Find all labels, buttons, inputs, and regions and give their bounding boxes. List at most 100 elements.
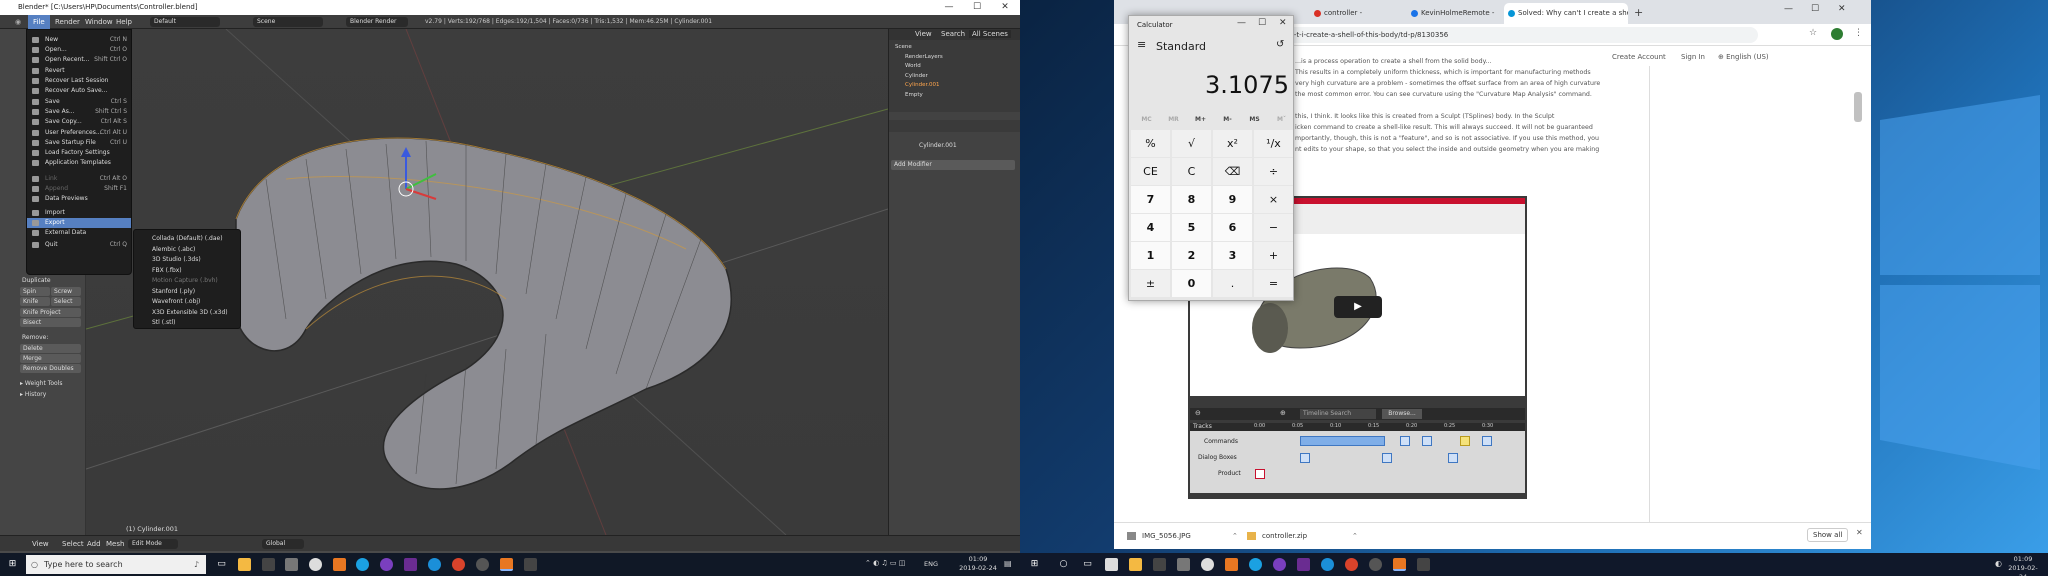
- zoom-out-icon[interactable]: ⊖: [1195, 409, 1201, 417]
- weight-tools-panel[interactable]: ▸ Weight Tools: [20, 380, 63, 387]
- export-menu-item[interactable]: Wavefront (.obj): [134, 297, 240, 308]
- file-menu-item[interactable]: Open... Ctrl O: [27, 45, 131, 55]
- file-menu-item[interactable]: Save Startup File Ctrl U: [27, 138, 131, 148]
- file-menu-item[interactable]: Save Copy... Ctrl Alt S: [27, 117, 131, 127]
- app-icon-7[interactable]: [1249, 558, 1262, 571]
- app-icon-1[interactable]: [356, 558, 369, 571]
- memory-button[interactable]: M+: [1187, 116, 1214, 123]
- blender-taskbar-icon[interactable]: [500, 558, 513, 571]
- outliner-item-cylinder[interactable]: Cylinder: [893, 72, 943, 82]
- language-indicator[interactable]: ENG: [924, 560, 938, 568]
- play-button[interactable]: ▶: [1334, 296, 1382, 318]
- calculator-taskbar-icon-2[interactable]: [1417, 558, 1430, 571]
- sign-in-link[interactable]: Sign In: [1681, 53, 1705, 61]
- dialog-clip-1[interactable]: [1300, 453, 1310, 463]
- store-icon-2[interactable]: [1153, 558, 1166, 571]
- file-menu-item[interactable]: Recover Auto Save...: [27, 86, 131, 96]
- operator-key[interactable]: C: [1172, 158, 1211, 185]
- calculator-taskbar-icon[interactable]: [524, 558, 537, 571]
- merge-select[interactable]: Merge: [20, 354, 81, 363]
- footer-mesh-menu[interactable]: Mesh: [106, 536, 124, 552]
- digit-key[interactable]: 4: [1131, 214, 1170, 241]
- file-menu-item[interactable]: Import: [27, 208, 131, 218]
- export-menu-item[interactable]: X3D Extensible 3D (.x3d): [134, 308, 240, 319]
- app-icon-3[interactable]: [404, 558, 417, 571]
- knife-button[interactable]: Knife: [20, 297, 50, 306]
- calc-close-icon[interactable]: ✕: [1279, 18, 1287, 28]
- show-all-button[interactable]: Show all: [1807, 528, 1849, 542]
- close-download-bar-icon[interactable]: ✕: [1856, 528, 1863, 537]
- store-icon[interactable]: [262, 558, 275, 571]
- windows-start-icon[interactable]: ⊞: [6, 558, 19, 571]
- dialog-clip-2[interactable]: [1382, 453, 1392, 463]
- tab-autodesk-forum[interactable]: Solved: Why can't I create a shell ...: [1504, 3, 1628, 24]
- file-menu-item[interactable]: Revert: [27, 66, 131, 76]
- spin-button[interactable]: Spin: [20, 287, 50, 296]
- history-panel[interactable]: ▸ History: [20, 391, 46, 398]
- duplicate-label[interactable]: Duplicate: [22, 277, 51, 284]
- fusion-icon-2[interactable]: [1225, 558, 1238, 571]
- properties-tabs[interactable]: [889, 120, 1021, 132]
- blender-taskbar-icon-2[interactable]: [1393, 558, 1406, 571]
- app-icon-11[interactable]: [1345, 558, 1358, 571]
- delete-select[interactable]: Delete: [20, 344, 81, 353]
- task-view-icon[interactable]: ▭: [215, 558, 228, 571]
- history-icon[interactable]: ↺: [1276, 39, 1284, 50]
- bookmark-star-icon[interactable]: ☆: [1809, 28, 1817, 38]
- operator-key[interactable]: ±: [1131, 270, 1170, 297]
- outliner-item-scene[interactable]: Scene: [893, 43, 943, 53]
- download-item-img[interactable]: IMG_5056.JPG ⌃: [1124, 526, 1244, 546]
- operator-key[interactable]: CE: [1131, 158, 1170, 185]
- chrome-menu-icon[interactable]: ⋮: [1854, 28, 1863, 38]
- product-clip[interactable]: [1255, 469, 1265, 479]
- command-clip-2[interactable]: [1400, 436, 1410, 446]
- command-clip-4[interactable]: [1460, 436, 1470, 446]
- task-view-icon-2[interactable]: ▭: [1081, 558, 1094, 571]
- digit-key[interactable]: 0: [1172, 270, 1211, 297]
- file-menu-item[interactable]: Save As... Shift Ctrl S: [27, 107, 131, 117]
- digit-key[interactable]: 5: [1172, 214, 1211, 241]
- clock-2[interactable]: 01:09 2019-02-24: [2005, 555, 2041, 576]
- file-menu-item[interactable]: Load Factory Settings: [27, 148, 131, 158]
- outliner-item-world[interactable]: World: [893, 62, 943, 72]
- export-menu-item[interactable]: Stl (.stl): [134, 318, 240, 329]
- app-icon-10[interactable]: [1321, 558, 1334, 571]
- download-zip-chevron-icon[interactable]: ⌃: [1352, 526, 1358, 546]
- export-menu-item[interactable]: 3D Studio (.3ds): [134, 255, 240, 266]
- footer-view-menu[interactable]: View: [32, 536, 49, 552]
- file-menu-item[interactable]: Data Previews: [27, 194, 131, 204]
- bisect-button[interactable]: Bisect: [20, 318, 81, 327]
- menu-help[interactable]: Help: [111, 15, 137, 29]
- select-button[interactable]: Select: [51, 297, 81, 306]
- chrome-maximize-icon[interactable]: ☐: [1811, 4, 1819, 14]
- zoom-in-icon[interactable]: ⊕: [1280, 409, 1286, 417]
- digit-key[interactable]: 3: [1213, 242, 1252, 269]
- file-explorer-icon-2[interactable]: [1129, 558, 1142, 571]
- app-icon-4[interactable]: [428, 558, 441, 571]
- footer-select-menu[interactable]: Select: [62, 536, 84, 552]
- operator-key[interactable]: +: [1254, 242, 1293, 269]
- layout-select[interactable]: Default: [150, 17, 220, 27]
- operator-key[interactable]: √: [1172, 130, 1211, 157]
- operator-key[interactable]: ÷: [1254, 158, 1293, 185]
- operator-key[interactable]: x²: [1213, 130, 1252, 157]
- export-menu-item[interactable]: Collada (Default) (.dae): [134, 234, 240, 245]
- file-menu-item[interactable]: Export: [27, 218, 131, 228]
- operator-key[interactable]: ×: [1254, 186, 1293, 213]
- operator-key[interactable]: .: [1213, 270, 1252, 297]
- file-menu-item[interactable]: Recover Last Session: [27, 76, 131, 86]
- cortana-icon[interactable]: ○: [1057, 558, 1070, 571]
- outliner-item-cylinder001[interactable]: Cylinder.001: [893, 81, 943, 91]
- render-engine-select[interactable]: Blender Render: [346, 17, 408, 27]
- clock[interactable]: 01:09 2019-02-24: [958, 555, 998, 573]
- export-menu-item[interactable]: Alembic (.abc): [134, 245, 240, 256]
- digit-key[interactable]: 8: [1172, 186, 1211, 213]
- browse-button[interactable]: Browse...: [1382, 409, 1422, 419]
- app-icon-8[interactable]: [1273, 558, 1286, 571]
- file-menu-item[interactable]: User Preferences... Ctrl Alt U: [27, 128, 131, 138]
- mode-select[interactable]: Edit Mode: [128, 539, 178, 549]
- memory-button[interactable]: M-: [1214, 116, 1241, 123]
- new-tab-button[interactable]: +: [1634, 6, 1643, 19]
- calc-minimize-icon[interactable]: —: [1237, 18, 1246, 28]
- command-clip-3[interactable]: [1422, 436, 1432, 446]
